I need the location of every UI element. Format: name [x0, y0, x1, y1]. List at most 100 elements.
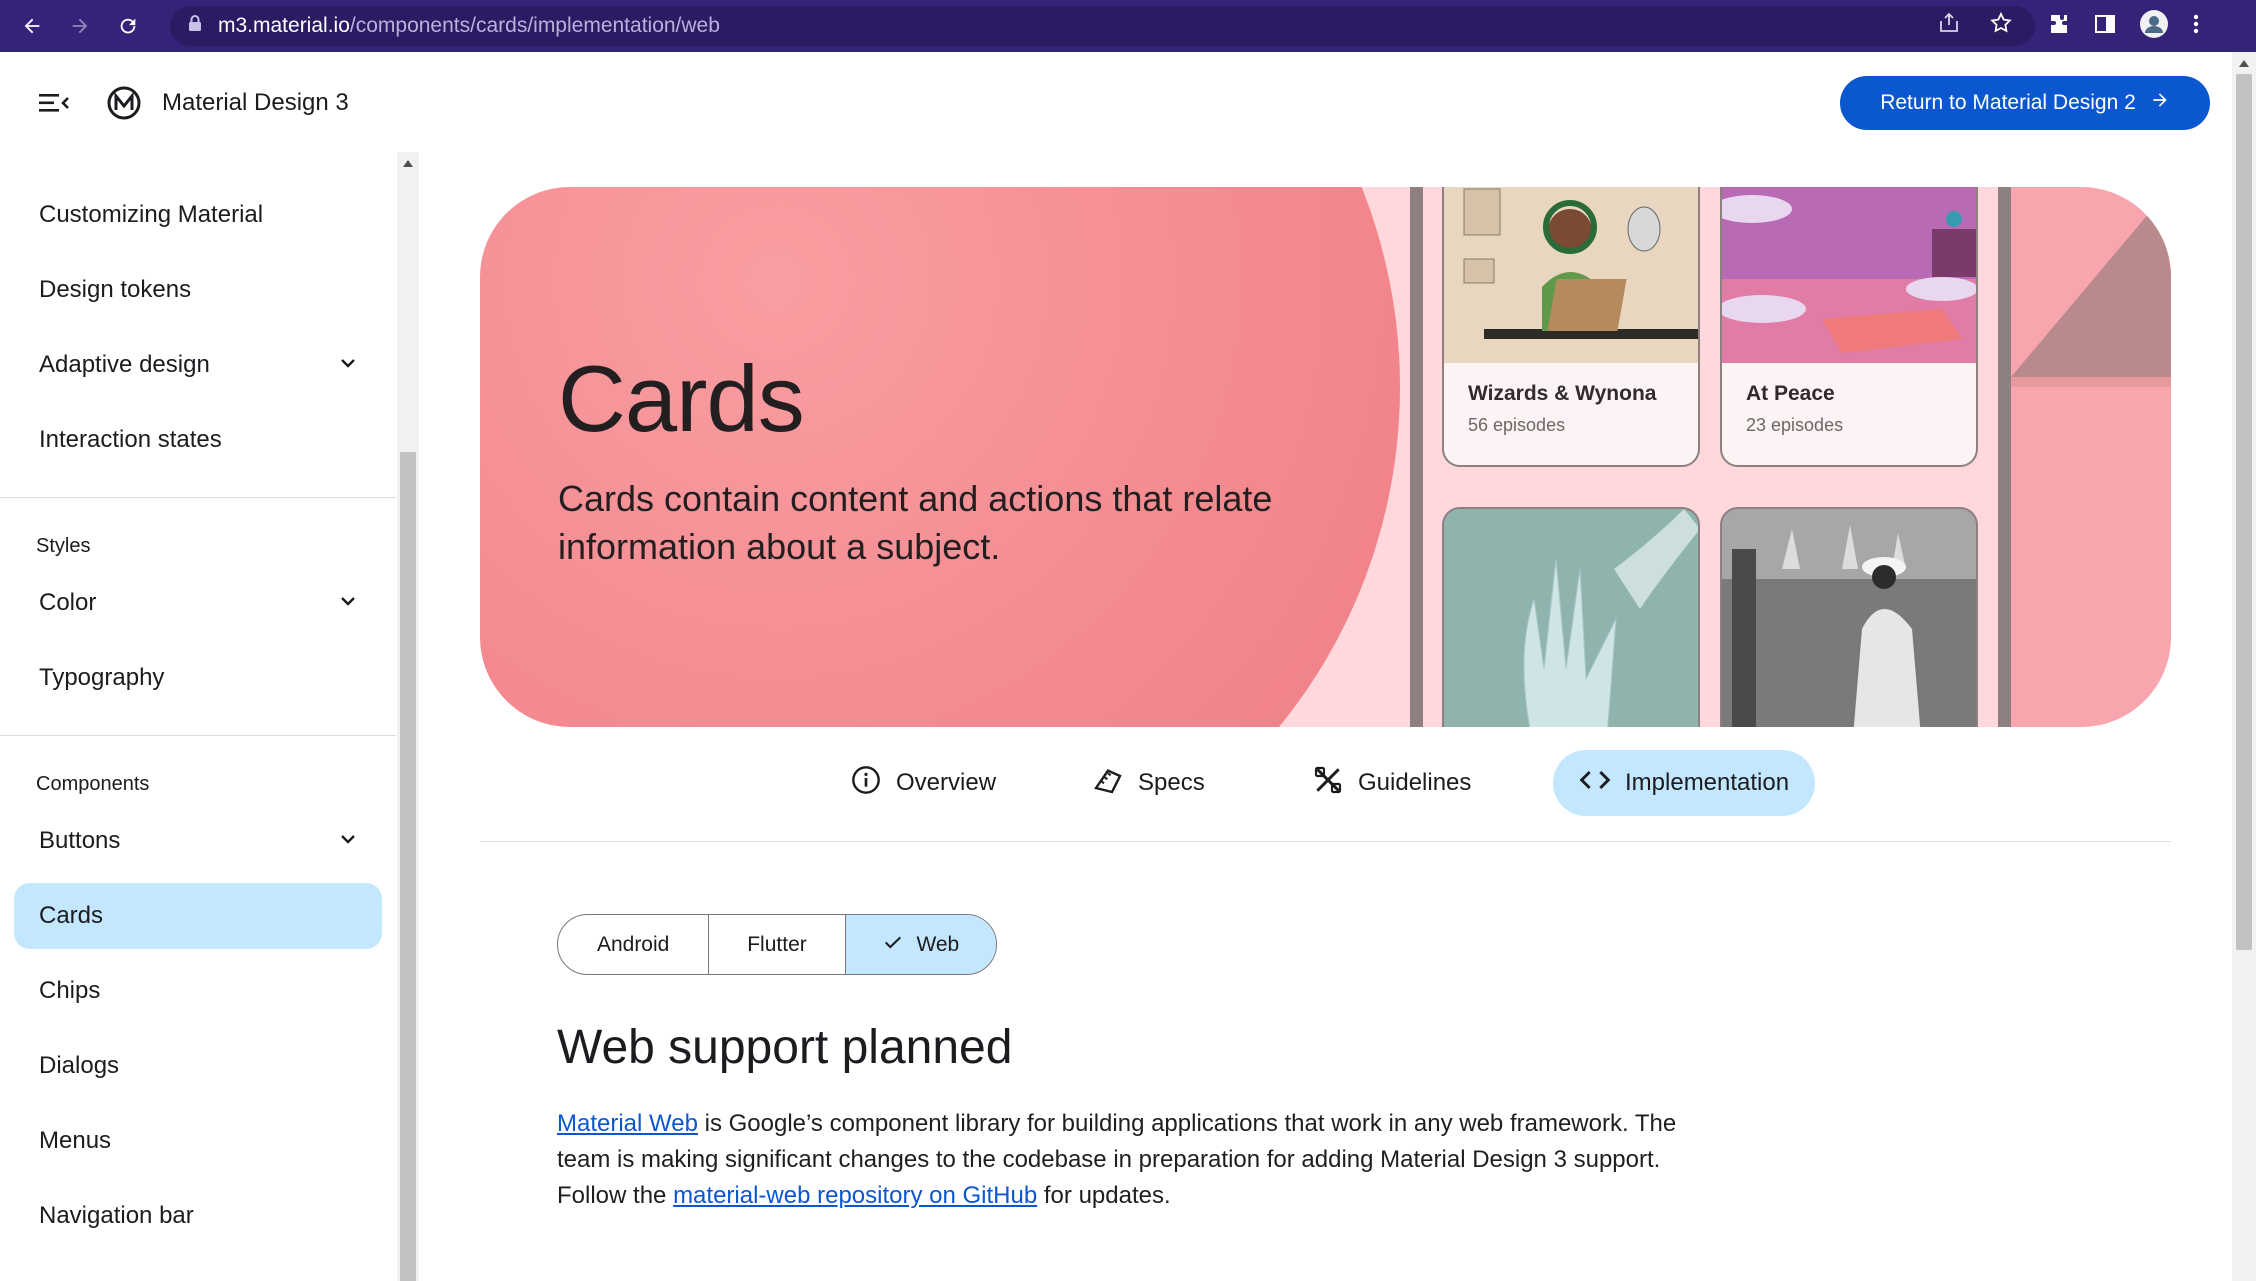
body-paragraph: Material Web is Google’s component libra…	[557, 1106, 1687, 1214]
sidebar-item-label: Interaction states	[39, 426, 222, 453]
return-to-m2-button[interactable]: Return to Material Design 2	[1840, 76, 2210, 130]
sidebar-item-customizing-material[interactable]: Customizing Material	[14, 182, 382, 248]
sidebar-item-menus[interactable]: Menus	[14, 1108, 382, 1174]
tab-overview[interactable]: Overview	[824, 750, 1022, 816]
reload-icon[interactable]	[108, 6, 148, 46]
sidebar-item-color[interactable]: Color	[14, 570, 382, 636]
url-host: m3.material.io	[218, 14, 350, 37]
code-icon	[1579, 764, 1611, 803]
sidebar-section-components: Components	[36, 772, 150, 795]
tab-label: Implementation	[1625, 769, 1790, 796]
guidelines-tools-icon	[1312, 764, 1344, 803]
sidebar-item-label: Customizing Material	[39, 201, 264, 228]
sidebar-item-label: Typography	[39, 664, 165, 691]
sidebar-item-chips[interactable]: Chips	[14, 958, 382, 1024]
hero-edge-art	[2011, 187, 2171, 727]
sidebar-item-interaction-states[interactable]: Interaction states	[14, 407, 382, 473]
menu-collapse-icon[interactable]	[36, 85, 72, 121]
sidebar-item-label: Menus	[39, 1127, 112, 1154]
sidebar-item-label: Buttons	[39, 827, 121, 854]
sidebar-item-dialogs[interactable]: Dialogs	[14, 1033, 382, 1099]
sidebar-nav: Customizing Material Design tokens Adapt…	[0, 154, 396, 1281]
page-subtitle: Cards contain content and actions that r…	[558, 478, 1273, 567]
browser-toolbar: m3.material.io/components/cards/implemen…	[0, 0, 2256, 52]
page-title: Cards	[558, 346, 805, 451]
forward-icon[interactable]	[60, 6, 100, 46]
url-path: /components/cards/implementation/web	[349, 14, 720, 37]
return-button-label: Return to Material Design 2	[1880, 91, 2136, 114]
hero-blob-shape	[480, 187, 1400, 727]
hand-image-card	[1442, 507, 1700, 727]
back-icon[interactable]	[12, 6, 52, 46]
page-scroll-thumb[interactable]	[2236, 74, 2252, 950]
sidebar-item-label: Navigation bar	[39, 1202, 194, 1229]
share-icon[interactable]	[1937, 11, 1961, 41]
sidebar-item-design-tokens[interactable]: Design tokens	[14, 257, 382, 323]
side-panel-icon[interactable]	[2093, 12, 2117, 41]
sidebar-item-navigation-bar[interactable]: Navigation bar	[14, 1183, 382, 1249]
app-header: Material Design 3 Return to Material Des…	[0, 52, 2232, 154]
sidebar-item-cards[interactable]: Cards	[14, 883, 382, 949]
sidebar-item-label: Dialogs	[39, 1052, 120, 1079]
browser-menu-icon[interactable]	[2191, 12, 2201, 41]
podcast-title: Wizards & Wynona	[1468, 382, 1657, 405]
section-heading: Web support planned	[557, 1021, 1013, 1074]
segment-label: Android	[596, 932, 670, 956]
page-tabs: Overview Specs Guidelines Implementation	[480, 750, 2171, 818]
sidebar-item-label: Cards	[39, 902, 104, 929]
segment-label: Flutter	[747, 932, 807, 956]
sidebar-divider	[0, 497, 396, 498]
tab-label: Overview	[896, 769, 997, 796]
profile-avatar[interactable]	[2139, 9, 2169, 44]
segment-android[interactable]: Android	[558, 915, 710, 974]
info-icon	[850, 764, 882, 803]
specs-ruler-icon	[1092, 764, 1124, 803]
hero-divider	[1410, 187, 1423, 727]
sidebar-section-styles: Styles	[36, 534, 91, 557]
podcast-illustration	[1722, 187, 1976, 363]
tab-specs[interactable]: Specs	[1066, 750, 1231, 816]
sidebar-item-label: Color	[39, 589, 97, 616]
podcast-episodes: 23 episodes	[1746, 415, 1844, 435]
lock-icon	[188, 14, 202, 38]
chevron-down-icon[interactable]	[336, 589, 360, 620]
sidebar-scroll-thumb[interactable]	[400, 452, 416, 1281]
podcast-card: Wizards & Wynona 56 episodes	[1442, 187, 1700, 467]
sidebar-item-buttons[interactable]: Buttons	[14, 808, 382, 874]
podcast-card: At Peace 23 episodes	[1720, 187, 1978, 467]
segment-web[interactable]: Web	[845, 915, 996, 974]
arrow-right-icon	[2150, 90, 2170, 116]
tab-label: Specs	[1138, 769, 1205, 796]
material-web-link[interactable]: Material Web	[557, 1110, 698, 1137]
extensions-icon[interactable]	[2047, 12, 2071, 41]
sidebar-item-label: Design tokens	[39, 276, 192, 303]
photo-image-card	[1720, 507, 1978, 727]
address-bar[interactable]: m3.material.io/components/cards/implemen…	[170, 6, 2035, 46]
chevron-down-icon[interactable]	[336, 827, 360, 858]
scroll-up-icon[interactable]	[403, 160, 413, 167]
sidebar-item-label: Adaptive design	[39, 351, 210, 378]
platform-segmented-button: Android Flutter Web	[557, 914, 997, 975]
sidebar-divider	[0, 735, 396, 736]
podcast-episodes: 56 episodes	[1468, 415, 1566, 435]
body-text-2: for updates.	[1037, 1182, 1171, 1209]
tab-guidelines[interactable]: Guidelines	[1286, 750, 1497, 816]
sidebar-item-adaptive-design[interactable]: Adaptive design	[14, 332, 382, 398]
hero-divider	[1998, 187, 2011, 727]
hero-banner: Cards Cards contain content and actions …	[480, 187, 2171, 727]
segment-flutter[interactable]: Flutter	[709, 915, 846, 974]
sidebar-item-typography[interactable]: Typography	[14, 645, 382, 711]
bookmark-star-icon[interactable]	[1989, 11, 2013, 41]
podcast-title: At Peace	[1746, 382, 1835, 405]
tab-label: Guidelines	[1358, 769, 1472, 796]
scroll-up-icon[interactable]	[2239, 60, 2249, 67]
chevron-down-icon[interactable]	[336, 351, 360, 382]
check-icon	[882, 931, 904, 959]
tab-implementation[interactable]: Implementation	[1553, 750, 1816, 816]
page-scrollbar[interactable]	[2232, 52, 2256, 1281]
sidebar-scrollbar[interactable]	[397, 152, 419, 1281]
site-title[interactable]: Material Design 3	[162, 89, 349, 117]
material-logo-icon[interactable]	[106, 85, 142, 121]
github-repo-link[interactable]: material-web repository on GitHub	[673, 1182, 1037, 1209]
sidebar-item-label: Chips	[39, 977, 101, 1004]
